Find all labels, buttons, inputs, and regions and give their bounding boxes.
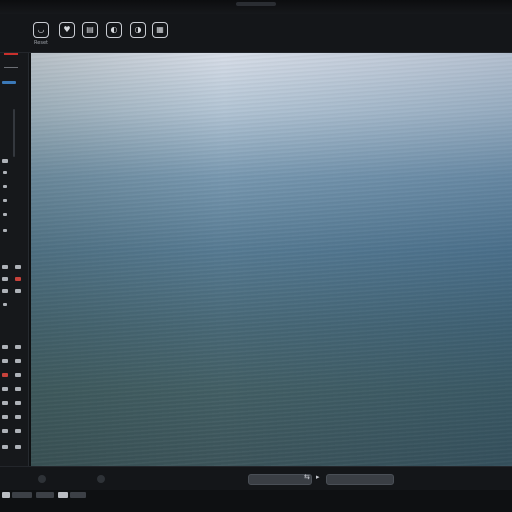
tool-badge-button[interactable]: ♥ [56,22,78,50]
document-icon: ▤ [82,22,98,38]
dot-icon[interactable] [3,171,7,174]
slider-icon[interactable] [15,289,21,293]
highlight-icon[interactable] [15,277,21,281]
arrow-right-icon[interactable]: ▸ [316,473,320,481]
mask-icon[interactable] [15,415,21,419]
filmstrip-item[interactable] [70,492,86,498]
histogram-thumbnail[interactable] [4,53,18,68]
filmstrip-bar [0,490,512,512]
mask-icon[interactable] [2,429,8,433]
status-toggle-icon[interactable] [97,475,105,483]
photo-canvas[interactable] [31,53,512,466]
dot-icon[interactable] [3,185,7,188]
status-field-right[interactable] [326,474,394,485]
status-bar: ⇆ ▸ [0,466,512,491]
exposure-icon: ◐ [106,22,122,38]
slider-icon[interactable] [2,289,8,293]
mask-icon[interactable] [2,345,8,349]
image-canvas-area [29,53,512,466]
mask-icon[interactable] [15,359,21,363]
mask-icon[interactable] [15,401,21,405]
tool-color-button[interactable]: ◑ [127,22,149,50]
swap-icon[interactable]: ⇆ [304,473,310,481]
left-tool-panel [0,53,29,466]
adjust-icon[interactable] [2,159,8,163]
filmstrip-item[interactable] [58,492,68,498]
tool-document-button[interactable]: ▤ [79,22,101,50]
panel-scrollbar[interactable] [13,109,15,157]
slider-icon[interactable] [2,277,8,281]
filmstrip-item[interactable] [2,492,10,498]
mask-icon[interactable] [15,373,21,377]
slider-icon[interactable] [3,303,7,306]
slider-icon[interactable] [15,265,21,269]
tool-reset-button[interactable]: ◡ Reset [30,22,52,50]
status-field-left[interactable] [248,474,312,485]
mask-icon[interactable] [15,429,21,433]
filmstrip-item[interactable] [36,492,54,498]
status-indicator-icon [38,475,46,483]
mask-icon[interactable] [15,445,21,449]
title-grip[interactable] [236,2,276,6]
mask-icon[interactable] [2,415,8,419]
highlight-icon[interactable] [2,373,8,377]
dot-icon[interactable] [3,213,7,216]
badge-icon: ♥ [59,22,75,38]
mask-icon[interactable] [2,387,8,391]
tool-crop-button[interactable]: ▦ [149,22,171,50]
mask-icon[interactable] [15,345,21,349]
crop-icon: ▦ [152,22,168,38]
top-toolbar: ◡ Reset ♥ ▤ ◐ ◑ ▦ [0,14,512,53]
filmstrip-item[interactable] [12,492,32,498]
title-bar [0,0,512,15]
active-panel-indicator[interactable] [2,81,16,84]
mask-icon[interactable] [2,401,8,405]
color-icon: ◑ [130,22,146,38]
dot-icon[interactable] [3,199,7,202]
mask-icon[interactable] [2,445,8,449]
mask-icon[interactable] [15,387,21,391]
mask-icon[interactable] [2,359,8,363]
photo-editor-window: ◡ Reset ♥ ▤ ◐ ◑ ▦ ⇆ ▸ [0,0,512,512]
shield-icon: ◡ [33,22,49,38]
slider-icon[interactable] [2,265,8,269]
tool-reset-label: Reset [34,40,48,46]
dot-icon[interactable] [3,229,7,232]
tool-exposure-button[interactable]: ◐ [103,22,125,50]
